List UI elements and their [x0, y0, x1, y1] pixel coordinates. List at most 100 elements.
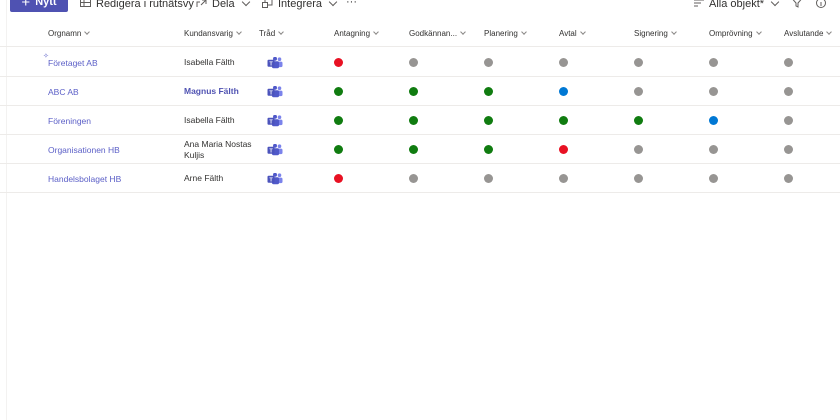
- new-item-button[interactable]: + Nytt: [10, 0, 68, 12]
- org-name-link[interactable]: ABC AB: [48, 77, 79, 106]
- info-icon: [816, 0, 826, 11]
- teams-icon[interactable]: T: [267, 77, 283, 106]
- status-dot-icon: [784, 145, 793, 154]
- column-header-avtal[interactable]: Avtal: [559, 20, 586, 47]
- status-dot-icon: [634, 58, 643, 67]
- column-header-label: Tråd: [259, 29, 276, 38]
- integrate-button[interactable]: Integrera: [262, 0, 338, 12]
- status-cell-signering: [634, 106, 643, 135]
- status-cell-planering: [484, 164, 493, 193]
- status-dot-icon: [334, 116, 343, 125]
- status-dot-icon: [484, 116, 493, 125]
- status-dot-icon: [784, 58, 793, 67]
- grid-icon: [80, 0, 91, 10]
- column-header-antagning[interactable]: Antagning: [334, 20, 379, 47]
- status-dot-icon: [334, 58, 343, 67]
- column-header-avslutande[interactable]: Avslutande: [784, 20, 833, 47]
- status-dot-icon: [409, 58, 418, 67]
- status-cell-omprovning: [709, 164, 718, 193]
- org-name-link[interactable]: Företaget AB: [48, 48, 98, 77]
- column-header-godkannande[interactable]: Godkännan...: [409, 20, 466, 47]
- teams-icon[interactable]: T: [267, 48, 283, 77]
- column-header-label: Antagning: [334, 29, 371, 38]
- account-manager: Isabella Fälth: [184, 57, 235, 67]
- info-button[interactable]: [816, 0, 826, 12]
- status-dot-icon: [559, 87, 568, 96]
- column-header-planering[interactable]: Planering: [484, 20, 527, 47]
- status-dot-icon: [334, 145, 343, 154]
- org-name-link[interactable]: Handelsbolaget HB: [48, 164, 121, 193]
- column-header-trad[interactable]: Tråd: [259, 20, 284, 47]
- table-row[interactable]: Organisationen HB Ana Maria Nostas Kuljis…: [0, 135, 840, 164]
- table-row[interactable]: Företaget AB Isabella Fälth T: [0, 48, 840, 77]
- grid-edit-label: Redigera i rutnätsvy: [96, 0, 194, 10]
- integrate-icon: [262, 0, 273, 11]
- filter-icon: [792, 0, 802, 11]
- status-dot-icon: [634, 116, 643, 125]
- status-cell-omprovning: [709, 48, 718, 77]
- table-row[interactable]: ABC AB Magnus Fälth T: [0, 77, 840, 106]
- column-header-omprovning[interactable]: Omprövning: [709, 20, 762, 47]
- command-bar: + Nytt Redigera i rutnätsvy Dela Integre…: [0, 0, 840, 12]
- status-dot-icon: [784, 87, 793, 96]
- status-dot-icon: [559, 116, 568, 125]
- status-cell-avtal: [559, 77, 568, 106]
- teams-icon[interactable]: T: [267, 106, 283, 135]
- view-selector[interactable]: Alla objekt*: [694, 0, 780, 12]
- org-name-link[interactable]: Organisationen HB: [48, 135, 120, 164]
- share-label: Dela: [212, 0, 235, 10]
- filter-button[interactable]: [792, 0, 802, 12]
- status-dot-icon: [409, 87, 418, 96]
- status-cell-godkannande: [409, 135, 418, 164]
- chevron-down-icon: [460, 29, 466, 35]
- list-view-icon: [694, 0, 704, 10]
- status-dot-icon: [559, 174, 568, 183]
- more-button[interactable]: ···: [346, 0, 357, 10]
- status-dot-icon: [784, 116, 793, 125]
- column-header-org[interactable]: Orgnamn: [48, 20, 91, 47]
- column-header-label: Avslutande: [784, 29, 824, 38]
- org-name-link[interactable]: Föreningen: [48, 106, 91, 135]
- status-cell-antagning: [334, 77, 343, 106]
- status-cell-godkannande: [409, 48, 418, 77]
- column-header-signering[interactable]: Signering: [634, 20, 677, 47]
- status-cell-antagning: [334, 106, 343, 135]
- teams-icon[interactable]: T: [267, 135, 283, 164]
- status-dot-icon: [709, 116, 718, 125]
- status-dot-icon: [709, 58, 718, 67]
- status-dot-icon: [334, 87, 343, 96]
- status-cell-avslutande: [784, 135, 793, 164]
- account-manager: Isabella Fälth: [184, 115, 235, 125]
- status-dot-icon: [709, 87, 718, 96]
- column-header-kund[interactable]: Kundansvarig: [184, 20, 242, 47]
- chevron-down-icon: [278, 29, 284, 35]
- status-dot-icon: [784, 174, 793, 183]
- chevron-down-icon: [826, 29, 833, 35]
- account-manager: Magnus Fälth: [184, 86, 239, 96]
- status-cell-planering: [484, 48, 493, 77]
- column-header-label: Omprövning: [709, 29, 753, 38]
- status-cell-omprovning: [709, 77, 718, 106]
- status-cell-signering: [634, 135, 643, 164]
- chevron-down-icon: [84, 29, 91, 35]
- column-header-label: Avtal: [559, 29, 577, 38]
- chevron-down-icon: [770, 0, 780, 7]
- status-dot-icon: [559, 145, 568, 154]
- share-icon: [196, 0, 207, 11]
- grid-edit-button[interactable]: Redigera i rutnätsvy: [80, 0, 194, 12]
- chevron-down-icon: [328, 0, 338, 7]
- chevron-down-icon: [373, 29, 379, 35]
- share-button[interactable]: Dela: [196, 0, 250, 12]
- status-cell-omprovning: [709, 106, 718, 135]
- new-item-label: Nytt: [35, 0, 57, 8]
- column-header-label: Orgnamn: [48, 29, 82, 38]
- status-dot-icon: [484, 174, 493, 183]
- column-header-label: Kundansvarig: [184, 29, 233, 38]
- status-cell-avtal: [559, 48, 568, 77]
- table-row[interactable]: Föreningen Isabella Fälth T: [0, 106, 840, 135]
- teams-icon[interactable]: T: [267, 164, 283, 193]
- status-dot-icon: [634, 145, 643, 154]
- status-dot-icon: [484, 87, 493, 96]
- status-dot-icon: [334, 174, 343, 183]
- table-row[interactable]: Handelsbolaget HB Arne Fälth T: [0, 164, 840, 193]
